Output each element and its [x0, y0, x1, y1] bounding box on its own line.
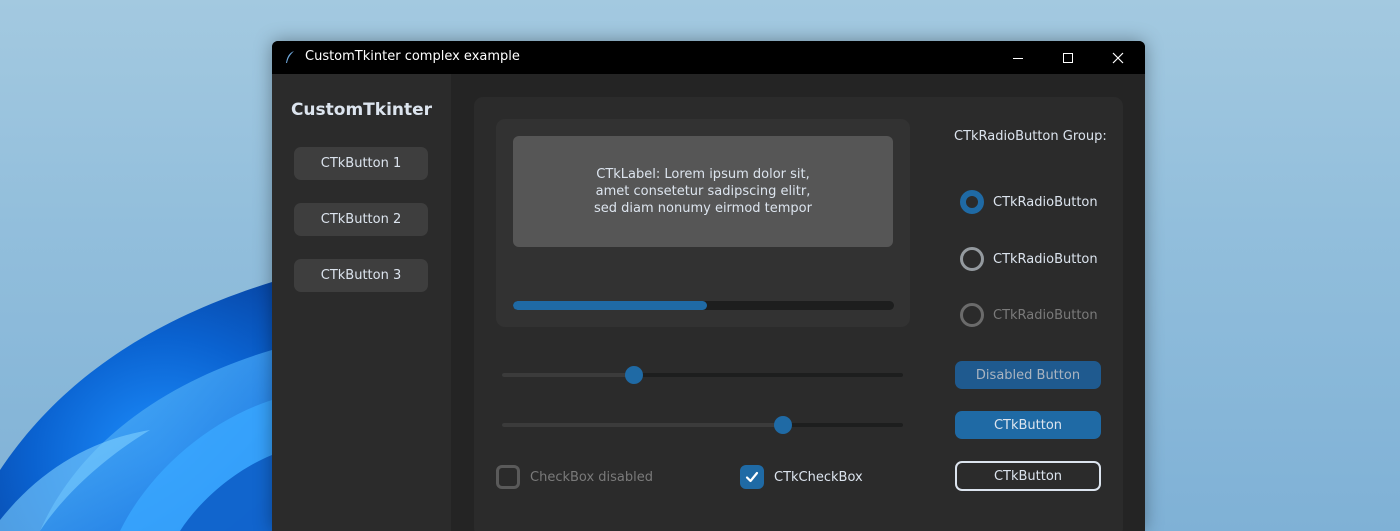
radio-option-1[interactable]: CTkRadioButton [960, 189, 1098, 215]
checkbox-enabled-box[interactable] [740, 465, 764, 489]
checkbox-disabled-box[interactable] [496, 465, 520, 489]
radio-option-1-label: CTkRadioButton [993, 194, 1098, 210]
radio-option-1-circle[interactable] [960, 190, 984, 214]
radio-option-2-label: CTkRadioButton [993, 251, 1098, 267]
radio-option-3-label: CTkRadioButton [993, 307, 1098, 323]
disabled-button[interactable]: Disabled Button [955, 361, 1101, 389]
main-frame: CTkLabel: Lorem ipsum dolor sit, amet co… [474, 97, 1123, 531]
close-icon [1112, 52, 1124, 63]
radio-group-label: CTkRadioButton Group: [954, 129, 1107, 144]
checkbox-disabled-label: CheckBox disabled [530, 469, 654, 485]
info-label-text: CTkLabel: Lorem ipsum dolor sit, amet co… [594, 167, 812, 216]
maximize-button[interactable] [1045, 41, 1091, 74]
sidebar-button-2[interactable]: CTkButton 2 [294, 203, 428, 236]
app-window: CustomTkinter complex example CustomTkin… [272, 41, 1145, 531]
slider-2-handle[interactable] [773, 416, 792, 434]
minimize-icon [1013, 57, 1023, 59]
radio-option-3[interactable]: CTkRadioButton [960, 302, 1098, 328]
slider-1-progress [502, 373, 635, 377]
close-button[interactable] [1095, 41, 1141, 74]
sidebar-button-1[interactable]: CTkButton 1 [294, 147, 428, 180]
label-progress-frame: CTkLabel: Lorem ipsum dolor sit, amet co… [496, 119, 910, 327]
checkbox-enabled[interactable]: CTkCheckBox [740, 463, 863, 491]
info-label: CTkLabel: Lorem ipsum dolor sit, amet co… [513, 136, 893, 247]
checkbox-enabled-label: CTkCheckBox [774, 469, 863, 485]
checkbox-disabled[interactable]: CheckBox disabled [496, 463, 653, 491]
maximize-icon [1063, 52, 1073, 63]
sidebar-button-3[interactable]: CTkButton 3 [294, 259, 428, 292]
minimize-button[interactable] [995, 41, 1041, 74]
radio-option-2-circle[interactable] [960, 247, 984, 271]
slider-2[interactable] [502, 415, 903, 435]
radio-option-2[interactable]: CTkRadioButton [960, 246, 1098, 272]
sidebar-logo: CustomTkinter [290, 100, 433, 120]
slider-2-progress [502, 423, 783, 427]
slider-1-handle[interactable] [625, 366, 644, 384]
feather-icon [286, 51, 294, 63]
ctk-button[interactable]: CTkButton [955, 411, 1101, 439]
title-bar[interactable]: CustomTkinter complex example [272, 41, 1145, 74]
progress-bar-fill [513, 301, 708, 310]
slider-1[interactable] [502, 365, 903, 385]
progress-bar [513, 301, 894, 310]
sidebar: CustomTkinter CTkButton 1 CTkButton 2 CT… [272, 74, 451, 531]
outline-button[interactable]: CTkButton [955, 461, 1101, 491]
window-title: CustomTkinter complex example [305, 49, 520, 64]
radio-option-3-circle[interactable] [960, 303, 984, 327]
checkmark-icon [745, 471, 759, 483]
